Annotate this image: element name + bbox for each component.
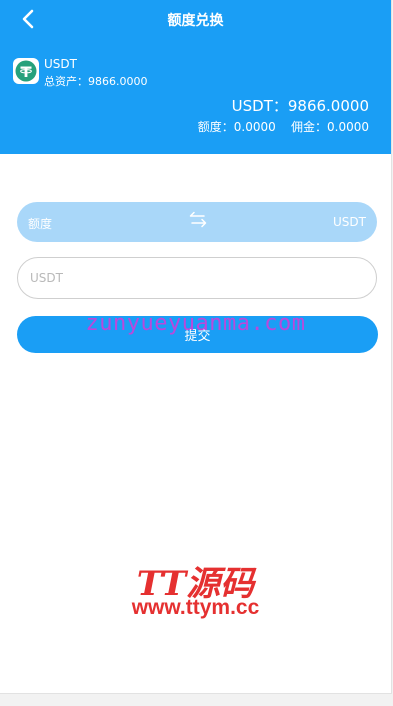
usdt-balance: USDT：9866.0000	[231, 97, 369, 115]
total-assets: 总资产：9866.0000	[44, 75, 148, 88]
amount-input[interactable]	[17, 257, 377, 299]
exchange-page: 额度兑换 USDT 总资产：9866.0000 USDT：9866.0000 额…	[0, 0, 392, 694]
quota-commission: 额度：0.0000 佣金：0.0000	[197, 120, 369, 134]
coin-name: USDT	[44, 57, 77, 71]
submit-button[interactable]: 提交	[17, 316, 378, 353]
exchange-direction-bar: 额度 USDT	[17, 202, 377, 242]
watermark-logo: TT源码	[136, 564, 255, 604]
tether-icon	[13, 58, 39, 84]
exchange-to-label: USDT	[333, 215, 366, 229]
watermark-url: www.ttym.cc	[131, 596, 260, 619]
header: 额度兑换 USDT 总资产：9866.0000 USDT：9866.0000 额…	[0, 0, 391, 154]
page-title: 额度兑换	[167, 13, 224, 29]
exchange-from-label: 额度	[28, 217, 53, 231]
swap-arrows-icon[interactable]	[187, 211, 209, 229]
